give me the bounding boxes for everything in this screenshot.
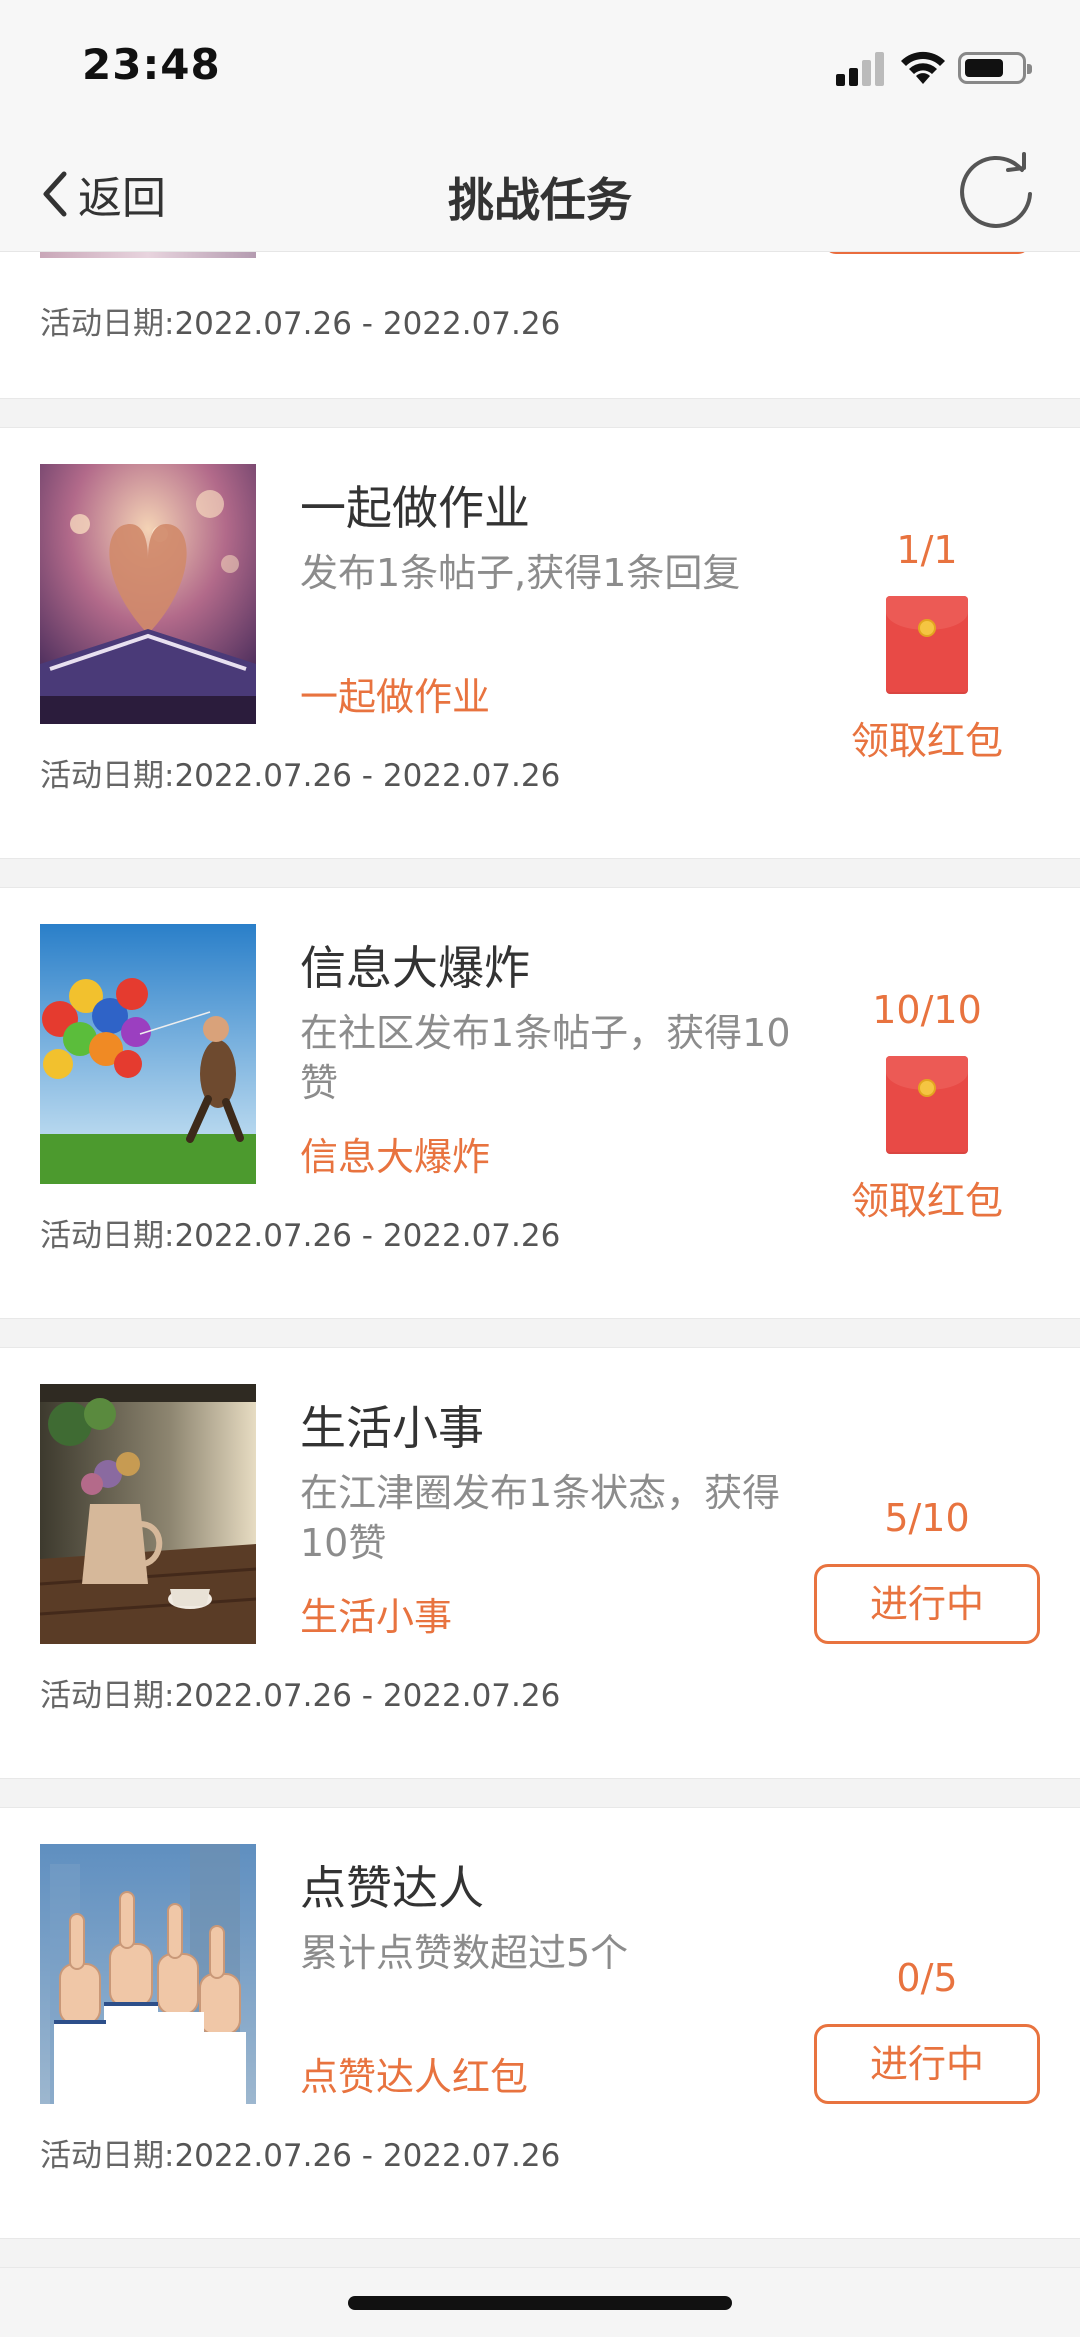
task-tag[interactable]: 点赞达人红包 [300, 2046, 528, 2101]
home-indicator[interactable] [348, 2296, 732, 2310]
task-action-button-partial[interactable] [824, 252, 1030, 254]
book-heart-photo [40, 464, 256, 724]
task-progress: 10/10 [872, 988, 982, 1032]
wifi-icon [901, 51, 945, 84]
red-envelope-icon[interactable] [886, 596, 968, 694]
task-card-partial[interactable]: 活动日期:2022.07.26 - 2022.07.26 [0, 252, 1080, 398]
task-tag[interactable]: 生活小事 [300, 1586, 452, 1641]
task-date: 活动日期:2022.07.26 - 2022.07.26 [40, 1218, 561, 1254]
teapot-flowers-photo [40, 1384, 256, 1644]
in-progress-button[interactable]: 进行中 [814, 1564, 1040, 1644]
red-envelope-icon[interactable] [886, 1056, 968, 1154]
task-date: 活动日期:2022.07.26 - 2022.07.26 [40, 1678, 561, 1714]
task-tag[interactable]: 一起做作业 [300, 666, 490, 721]
task-date: 活动日期:2022.07.26 - 2022.07.26 [40, 2138, 561, 2174]
task-description: 发布1条帖子,获得1条回复 [300, 551, 741, 595]
task-thumbnail [40, 252, 256, 258]
task-description: 累计点赞数超过5个 [300, 1931, 629, 1975]
task-progress: 1/1 [896, 528, 958, 572]
card-divider [0, 1778, 1080, 1808]
page-title: 挑战任务 [448, 173, 632, 227]
task-title: 点赞达人 [300, 1861, 484, 1915]
card-divider [0, 398, 1080, 428]
task-tag[interactable]: 信息大爆炸 [300, 1126, 490, 1181]
task-description: 在江津圈发布1条状态，获得10赞 [300, 1471, 781, 1565]
card-divider [0, 858, 1080, 888]
task-title: 生活小事 [300, 1401, 484, 1455]
claim-red-envelope-button[interactable]: 领取红包 [822, 1170, 1032, 1225]
status-bar: 23:48 [0, 0, 1080, 136]
task-progress: 0/5 [896, 1956, 958, 2000]
task-date: 活动日期:2022.07.26 - 2022.07.26 [40, 758, 561, 794]
task-card[interactable]: 点赞达人 累计点赞数超过5个 点赞达人红包 活动日期:2022.07.26 - … [0, 1808, 1080, 2238]
task-card[interactable]: 一起做作业 发布1条帖子,获得1条回复 一起做作业 活动日期:2022.07.2… [0, 428, 1080, 858]
claim-red-envelope-button[interactable]: 领取红包 [822, 710, 1032, 765]
in-progress-button[interactable]: 进行中 [814, 2024, 1040, 2104]
task-title: 信息大爆炸 [300, 941, 530, 995]
task-date: 活动日期:2022.07.26 - 2022.07.26 [40, 306, 561, 342]
task-list: 活动日期:2022.07.26 - 2022.07.26 一起做作业 发布1条帖… [0, 252, 1080, 2268]
task-title: 一起做作业 [300, 481, 530, 535]
balloons-child-photo [40, 924, 256, 1184]
refresh-icon[interactable] [954, 150, 1040, 236]
task-description: 在社区发布1条帖子，获得10赞 [300, 1011, 791, 1105]
task-card[interactable]: 生活小事 在江津圈发布1条状态，获得10赞 生活小事 活动日期:2022.07.… [0, 1348, 1080, 1778]
cellular-signal-icon [836, 50, 888, 86]
status-time: 23:48 [82, 40, 221, 89]
task-progress: 5/10 [884, 1496, 970, 1540]
card-divider [0, 2238, 1080, 2268]
navigation-bar: 返回 挑战任务 [0, 136, 1080, 252]
battery-icon [958, 52, 1032, 84]
task-card[interactable]: 信息大爆炸 在社区发布1条帖子，获得10赞 信息大爆炸 活动日期:2022.07… [0, 888, 1080, 1318]
thumbs-up-photo [40, 1844, 256, 2104]
card-divider [0, 1318, 1080, 1348]
